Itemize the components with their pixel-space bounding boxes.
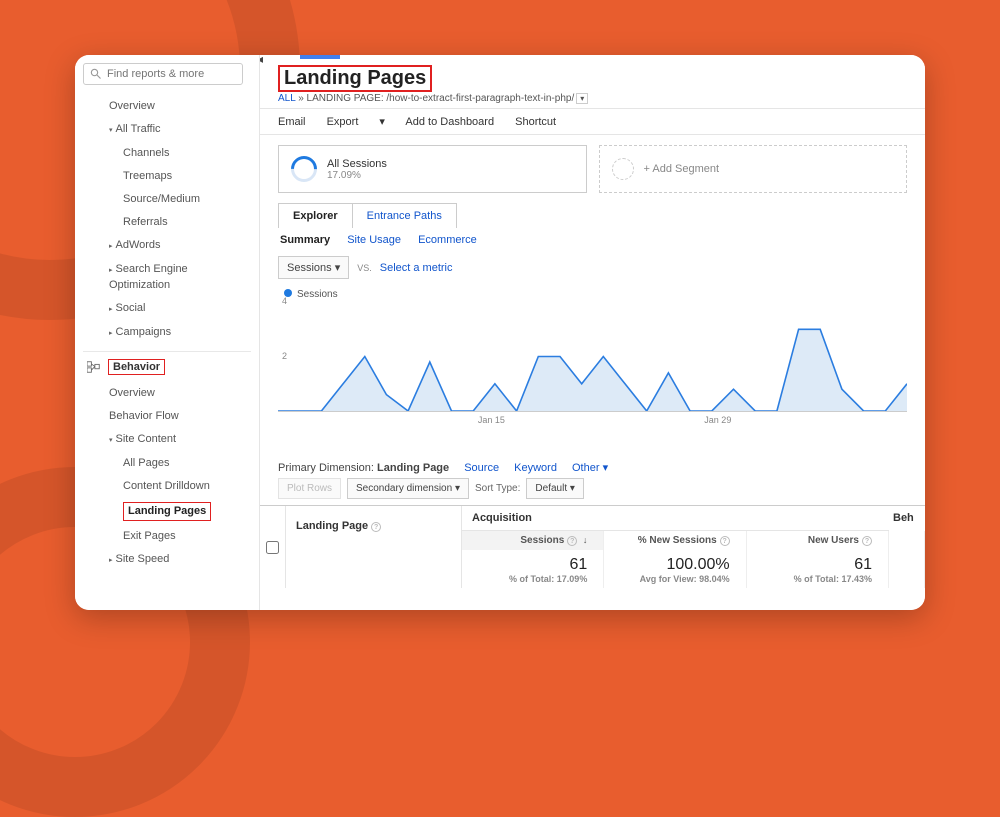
chart-svg (278, 302, 907, 411)
toolbar: Email Export ▾ Add to Dashboard Shortcut (260, 108, 925, 135)
nav-overview2[interactable]: Overview (83, 382, 251, 405)
tab-indicator (300, 55, 340, 59)
segment-row: All Sessions 17.09% + Add Segment (260, 135, 925, 193)
breadcrumb: ALL » LANDING PAGE: /how-to-extract-firs… (278, 93, 925, 104)
dim-other[interactable]: Other ▾ (572, 462, 608, 474)
metric-dropdown[interactable]: Sessions ▾ (278, 256, 349, 279)
checkbox-all[interactable] (260, 506, 286, 588)
sublink-summary[interactable]: Summary (280, 234, 330, 246)
help-icon[interactable]: ? (371, 522, 381, 532)
sublink-siteusage[interactable]: Site Usage (347, 234, 401, 246)
segment-allsessions[interactable]: All Sessions 17.09% (278, 145, 587, 193)
nav-seo[interactable]: Search Engine Optimization (83, 258, 251, 297)
sort-dropdown[interactable]: Default ▾ (526, 478, 584, 499)
nav-sitecontent[interactable]: Site Content (83, 428, 251, 452)
dim-controls: Plot Rows Secondary dimension ▾ Sort Typ… (278, 478, 907, 499)
nav-sitespeed[interactable]: Site Speed (83, 548, 251, 572)
main: ◂ Landing Pages ALL » LANDING PAGE: /how… (260, 55, 925, 610)
nav-exitpages[interactable]: Exit Pages (83, 525, 251, 548)
help-icon[interactable]: ? (862, 536, 872, 546)
nav-social[interactable]: Social (83, 297, 251, 321)
table-row: 61% of Total: 17.09% 100.00%Avg for View… (462, 550, 925, 588)
email-link[interactable]: Email (278, 116, 306, 128)
breadcrumb-page: /how-to-extract-first-paragraph-text-in-… (386, 93, 574, 104)
search-icon (90, 68, 102, 80)
tab-explorer[interactable]: Explorer (279, 204, 353, 228)
segment-title: All Sessions (327, 158, 387, 170)
select-metric-link[interactable]: Select a metric (380, 262, 453, 274)
nav-sourcemedium[interactable]: Source/Medium (83, 188, 251, 211)
col-newsess[interactable]: % New Sessions? (604, 531, 746, 550)
plot-rows-btn: Plot Rows (278, 478, 341, 499)
secondary-dim-dropdown[interactable]: Secondary dimension ▾ (347, 478, 469, 499)
col-behavior: Beh (889, 506, 925, 531)
nav-behaviorflow[interactable]: Behavior Flow (83, 405, 251, 428)
dim-keyword[interactable]: Keyword (514, 462, 557, 474)
nav-adwords[interactable]: AdWords (83, 234, 251, 258)
chart-legend: Sessions (284, 289, 907, 300)
add-dashboard-link[interactable]: Add to Dashboard (405, 116, 494, 128)
behavior-label: Behavior (108, 359, 165, 375)
sublink-ecommerce[interactable]: Ecommerce (418, 234, 477, 246)
nav-contentdrill[interactable]: Content Drilldown (83, 475, 251, 498)
dim-landing[interactable]: Landing Page (377, 462, 449, 474)
help-icon[interactable]: ? (567, 536, 577, 546)
search-box[interactable] (83, 63, 243, 85)
breadcrumb-all[interactable]: ALL (278, 93, 295, 104)
dim-source[interactable]: Source (464, 462, 499, 474)
collapse-icon[interactable]: ◂ (260, 55, 263, 66)
nav-campaigns[interactable]: Campaigns (83, 321, 251, 345)
metric-selector: Sessions ▾ VS. Select a metric (278, 256, 907, 279)
nav-landingpages[interactable]: Landing Pages (83, 498, 251, 525)
nav-allpages[interactable]: All Pages (83, 452, 251, 475)
col-acquisition: Acquisition (462, 506, 889, 531)
nav-channels[interactable]: Channels (83, 142, 251, 165)
col-landing-page: Landing Page? (286, 506, 462, 588)
sublinks: Summary Site Usage Ecommerce (280, 234, 925, 246)
chart-canvas[interactable]: 24Jan 15Jan 29 (278, 302, 907, 412)
export-link[interactable]: Export ▾ (327, 116, 385, 128)
nav-behavior-section[interactable]: Behavior (83, 351, 251, 382)
breadcrumb-dropdown[interactable]: ▾ (576, 93, 588, 104)
segment-pct: 17.09% (327, 170, 387, 181)
nav-overview[interactable]: Overview (83, 95, 251, 118)
add-circle-icon (612, 158, 634, 180)
nav-referrals[interactable]: Referrals (83, 211, 251, 234)
nav-alltraffic[interactable]: All Traffic (83, 118, 251, 142)
behavior-icon (87, 361, 101, 373)
shortcut-link[interactable]: Shortcut (515, 116, 556, 128)
search-input[interactable] (107, 68, 227, 80)
dimension-row: Primary Dimension: Landing Page Source K… (278, 461, 907, 474)
segment-ring-icon (286, 151, 323, 188)
data-table: Landing Page? Acquisition Beh Sessions? … (260, 505, 925, 588)
sidebar: Overview All Traffic Channels Treemaps S… (75, 55, 260, 610)
col-sessions[interactable]: Sessions? ↓ (462, 531, 604, 550)
nav-treemaps[interactable]: Treemaps (83, 165, 251, 188)
tab-entrance[interactable]: Entrance Paths (353, 204, 456, 228)
sort-arrow-icon: ↓ (583, 535, 588, 545)
segment-add[interactable]: + Add Segment (599, 145, 908, 193)
col-newusers[interactable]: New Users? (747, 531, 889, 550)
chart-area: Sessions 24Jan 15Jan 29 (260, 283, 925, 433)
help-icon[interactable]: ? (720, 536, 730, 546)
report-tabs: Explorer Entrance Paths (278, 203, 457, 228)
page-title: Landing Pages (278, 65, 432, 92)
